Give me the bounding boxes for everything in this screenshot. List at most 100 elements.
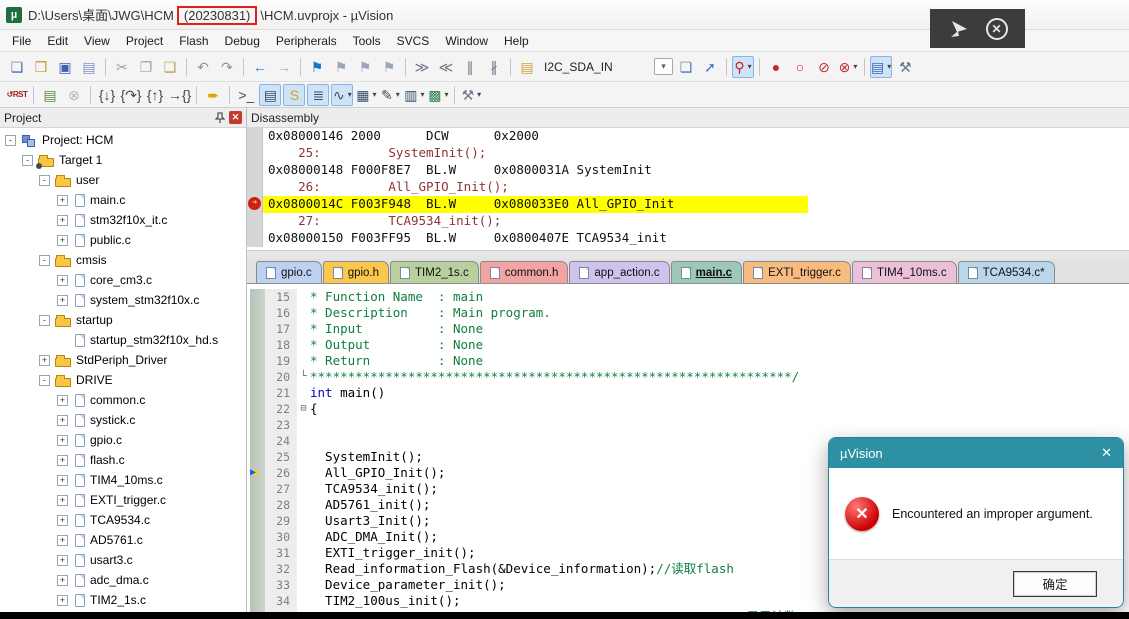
menu-peripherals[interactable]: Peripherals <box>268 32 345 50</box>
tree-project-hcm[interactable]: - Project: HCM <box>0 130 246 150</box>
serial-window-icon[interactable]: ≣ <box>307 83 330 106</box>
tree-file-startup-stm32f10x-hd-s[interactable]: startup_stm32f10x_hd.s <box>0 330 246 350</box>
navigate-back-icon[interactable]: ← <box>249 56 271 78</box>
clear-bookmarks-icon[interactable]: ⚑ <box>378 56 400 78</box>
separator[interactable] <box>454 85 456 104</box>
tree-expander[interactable]: + <box>57 574 68 586</box>
separator[interactable] <box>510 57 511 76</box>
editor-gutter[interactable] <box>250 561 265 577</box>
separator[interactable] <box>229 85 231 104</box>
step-out-icon[interactable]: {↑} <box>144 84 166 106</box>
goto-definition-icon[interactable]: ➚ <box>699 56 721 78</box>
editor-gutter[interactable] <box>250 417 265 433</box>
separator[interactable] <box>864 57 865 76</box>
tree-file-ad5761-c[interactable]: + AD5761.c <box>0 530 246 550</box>
translate-file-icon[interactable]: ▤ <box>39 84 61 106</box>
tab-gpio-h[interactable]: gpio.h <box>322 261 390 283</box>
fold-marker[interactable] <box>297 497 310 513</box>
separator[interactable] <box>243 57 244 76</box>
fold-marker[interactable] <box>297 593 310 609</box>
separator[interactable] <box>90 85 91 104</box>
editor-gutter[interactable] <box>250 465 265 481</box>
fold-marker[interactable] <box>297 321 310 337</box>
tree-expander[interactable]: + <box>57 454 68 466</box>
recorder-close-icon[interactable]: ✕ <box>985 17 1008 40</box>
tree-expander[interactable]: + <box>57 234 68 246</box>
fold-marker[interactable]: ⊟ <box>297 401 310 417</box>
disassembly-margin[interactable] <box>247 196 263 213</box>
separator[interactable] <box>105 57 106 76</box>
disassembly-margin[interactable] <box>247 213 263 230</box>
find-in-files-icon[interactable]: ❏ <box>675 56 697 78</box>
editor-gutter[interactable] <box>250 481 265 497</box>
paste-icon[interactable]: ❑ <box>159 56 181 78</box>
menu-svcs[interactable]: SVCS <box>389 32 438 50</box>
separator[interactable] <box>33 85 34 104</box>
disable-breakpoints-icon[interactable]: ⊘ <box>813 56 835 78</box>
symbol-combo-input[interactable]: I2C_SDA_IN <box>540 56 652 78</box>
tree-folder-user[interactable]: - user <box>0 170 246 190</box>
next-bookmark-icon[interactable]: ⚑ <box>354 56 376 78</box>
tree-expander[interactable]: + <box>57 554 68 566</box>
tree-file-stm32f10x-it-c[interactable]: + stm32f10x_it.c <box>0 210 246 230</box>
collapse-cursor-icon[interactable] <box>948 19 970 39</box>
tree-file-flash-c[interactable]: + flash.c <box>0 450 246 470</box>
editor-gutter[interactable] <box>250 513 265 529</box>
editor-gutter[interactable] <box>250 401 265 417</box>
redo-icon[interactable]: ↷ <box>216 56 238 78</box>
tree-file-common-c[interactable]: + common.c <box>0 390 246 410</box>
fold-marker[interactable] <box>297 545 310 561</box>
tree-file-adc-dma-c[interactable]: + adc_dma.c <box>0 570 246 590</box>
disassembly-margin[interactable] <box>247 230 263 247</box>
system-viewer-icon[interactable]: ▦ <box>355 84 377 106</box>
save-icon[interactable]: ▣ <box>54 56 76 78</box>
menu-project[interactable]: Project <box>118 32 171 50</box>
tree-expander[interactable]: + <box>57 194 68 206</box>
separator[interactable] <box>300 57 301 76</box>
books-window-icon[interactable]: ▤ <box>870 55 893 78</box>
insert-bookmark-icon[interactable]: ⚑ <box>306 56 328 78</box>
open-file-icon[interactable]: ❒ <box>30 56 52 78</box>
menu-tools[interactable]: Tools <box>345 32 389 50</box>
editor-gutter[interactable] <box>250 305 265 321</box>
menu-flash[interactable]: Flash <box>171 32 216 50</box>
disassembly-margin[interactable] <box>247 145 263 162</box>
tree-file-main-c[interactable]: + main.c <box>0 190 246 210</box>
tab-app-action-c[interactable]: app_action.c <box>569 261 670 283</box>
tree-file-system-stm32f10x-c[interactable]: + system_stm32f10x.c <box>0 290 246 310</box>
menu-view[interactable]: View <box>76 32 118 50</box>
tree-folder-cmsis[interactable]: - cmsis <box>0 250 246 270</box>
fold-marker[interactable] <box>297 513 310 529</box>
step-into-icon[interactable]: {↓} <box>96 84 118 106</box>
tree-folder-stdperiph-driver[interactable]: + StdPeriph_Driver <box>0 350 246 370</box>
symbols-window-icon[interactable]: S <box>283 83 306 106</box>
tree-expander[interactable]: - <box>39 314 50 326</box>
indent-icon[interactable]: ≫ <box>411 56 433 78</box>
horizontal-splitter[interactable] <box>247 250 1129 259</box>
fold-marker[interactable] <box>297 337 310 353</box>
fold-marker[interactable] <box>297 449 310 465</box>
fold-marker[interactable] <box>297 481 310 497</box>
insert-breakpoint-icon[interactable]: ● <box>765 56 787 78</box>
separator[interactable] <box>759 57 760 76</box>
tree-expander[interactable]: + <box>57 494 68 506</box>
fold-marker[interactable]: └ <box>297 369 310 385</box>
editor-gutter[interactable] <box>250 593 265 609</box>
editor-gutter[interactable] <box>250 321 265 337</box>
enable-breakpoint-icon[interactable]: ○ <box>789 56 811 78</box>
fold-marker[interactable] <box>297 353 310 369</box>
tree-expander[interactable]: - <box>39 374 50 386</box>
step-over-icon[interactable]: {↷} <box>120 84 142 106</box>
new-file-icon[interactable]: ❏ <box>6 56 28 78</box>
fold-marker[interactable] <box>297 305 310 321</box>
disassembly-margin[interactable] <box>247 162 263 179</box>
tree-expander[interactable]: + <box>57 394 68 406</box>
tree-file-usart3-c[interactable]: + usart3.c <box>0 550 246 570</box>
prev-bookmark-icon[interactable]: ⚑ <box>330 56 352 78</box>
tree-file-public-c[interactable]: + public.c <box>0 230 246 250</box>
outdent-icon[interactable]: ≪ <box>435 56 457 78</box>
menu-help[interactable]: Help <box>496 32 537 50</box>
tree-expander[interactable]: + <box>57 274 68 286</box>
tab-tim4-10ms-c[interactable]: TIM4_10ms.c <box>851 261 957 283</box>
editor-gutter[interactable] <box>250 353 265 369</box>
